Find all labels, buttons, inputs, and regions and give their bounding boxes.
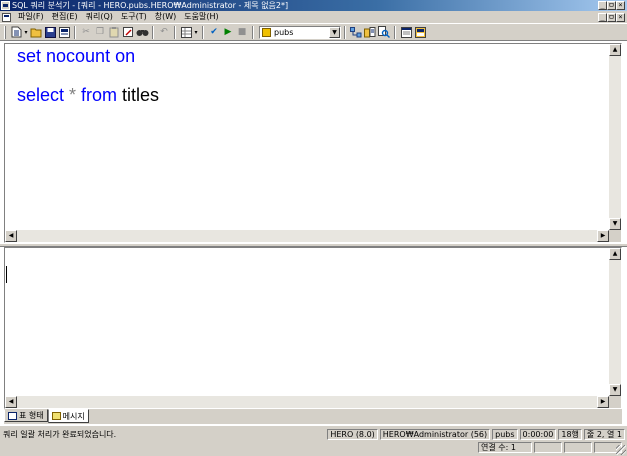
copy-icon[interactable]: ❐ [93,25,107,39]
database-select-value: pubs [274,27,294,37]
scroll-left-icon[interactable]: ◀ [5,230,17,242]
object-search-icon[interactable] [377,25,391,39]
paste-icon[interactable] [107,25,121,39]
menu-bar: 파일(F) 편집(E) 쿼리(Q) 도구(T) 창(W) 도움말(H) _ ㅁ … [0,11,627,23]
menu-window[interactable]: 창(W) [151,11,181,23]
maximize-button[interactable]: ㅁ [607,1,616,10]
menu-help[interactable]: 도움말(H) [180,11,222,23]
query-editor[interactable]: set nocount on select * from titles ▲ ▼ … [4,43,622,243]
query-text[interactable]: set nocount on select * from titles [17,46,159,105]
clear-window-icon[interactable] [121,25,135,39]
tab-messages[interactable]: 메시지 [47,409,89,423]
tab-messages-label: 메시지 [62,411,85,421]
editor-vertical-scrollbar[interactable]: ▲ ▼ [609,44,621,230]
status-cursor-position: 줄 2, 열 1 [583,428,625,440]
cut-icon[interactable]: ✂ [79,25,93,39]
status-server: HERO (8.0) [327,428,378,440]
chevron-down-icon[interactable]: ▼ [329,26,340,38]
results-horizontal-scrollbar[interactable]: ◀ ▶ [5,396,609,408]
scrollbar-corner [609,230,621,242]
parse-check-icon[interactable]: ✔ [207,25,221,39]
status-pane-empty [534,441,562,453]
properties-icon[interactable] [399,25,413,39]
scroll-right-icon[interactable]: ▶ [597,396,609,408]
text-caret [6,266,7,283]
scroll-left-icon[interactable]: ◀ [5,396,17,408]
code-line: select * from titles [17,85,159,105]
code-keyword: select [17,85,65,105]
toolbar-separator [152,25,154,39]
title-bar: SQL 쿼리 분석기 - [쿼리 - HERO.pubs.HERO₩Admini… [0,0,627,11]
window-controls: _ ㅁ × [598,0,625,10]
app-icon[interactable] [1,1,10,10]
toolbar-separator [174,25,176,39]
undo-icon[interactable]: ↶ [157,25,171,39]
status-message: 쿼리 일괄 처리가 완료되었습니다. [3,429,117,439]
open-icon[interactable] [29,25,43,39]
results-pane-icon[interactable] [413,25,427,39]
tab-grid[interactable]: 표 형태 [4,409,48,422]
menu-tools[interactable]: 도구(T) [117,11,151,23]
toolbar-separator [252,25,254,39]
scrollbar-corner [609,396,621,408]
scroll-down-icon[interactable]: ▼ [609,384,621,396]
results-pane[interactable]: ▲ ▼ ◀ ▶ [4,247,622,409]
document-icon[interactable] [2,12,11,22]
doc-restore-button[interactable]: ㅁ [607,13,616,22]
status-pane-empty [564,441,592,453]
toolbar-separator [74,25,76,39]
status-row: 쿼리 일괄 처리가 완료되었습니다. HERO (8.0) HERO₩Admin… [0,428,627,440]
status-user: HERO₩Administrator (56) [379,428,491,440]
save-icon[interactable] [43,25,57,39]
toolbar-separator [394,25,396,39]
find-icon[interactable] [135,25,149,39]
execute-play-icon[interactable]: ▶ [221,25,235,39]
results-vertical-scrollbar[interactable]: ▲ ▼ [609,248,621,396]
insert-template-icon[interactable] [57,25,71,39]
toolbar-separator [202,25,204,39]
resize-grip[interactable] [616,445,626,455]
menu-query[interactable]: 쿼리(Q) [82,11,117,23]
menu-edit[interactable]: 편집(E) [48,11,82,23]
result-tabs: 표 형태 메시지 [4,409,622,424]
scroll-up-icon[interactable]: ▲ [609,248,621,260]
new-query-icon[interactable] [9,25,23,39]
scroll-down-icon[interactable]: ▼ [609,218,621,230]
status-connections: 연결 수: 1 [478,441,532,453]
document-window-controls: _ ㅁ × [598,12,625,22]
window-title: SQL 쿼리 분석기 - [쿼리 - HERO.pubs.HERO₩Admini… [12,1,289,10]
toolbar: ▾ ✂ ❐ ↶ ▾ ✔ ▶ ■ pubs ▼ [0,23,627,41]
toolbar-separator [344,25,346,39]
database-icon [262,27,271,37]
status-row: 연결 수: 1 [0,441,627,453]
status-bar: 쿼리 일괄 처리가 완료되었습니다. HERO (8.0) HERO₩Admin… [0,425,627,456]
doc-minimize-button[interactable]: _ [598,13,607,22]
status-elapsed-time: 0:00:00 [519,428,557,440]
toolbar-grip[interactable] [4,25,6,39]
code-keyword: set nocount on [17,46,136,66]
database-select[interactable]: pubs ▼ [259,25,341,39]
execute-mode-icon[interactable] [179,25,193,39]
code-operator: * [64,85,82,105]
message-icon [51,412,61,420]
scroll-up-icon[interactable]: ▲ [609,44,621,56]
show-execution-plan-icon[interactable] [349,25,363,39]
status-database: pubs [492,428,518,440]
stop-icon[interactable]: ■ [235,25,249,39]
doc-close-button[interactable]: × [616,13,625,22]
code-line: set nocount on [17,46,159,66]
code-keyword: from [81,85,118,105]
code-identifier: titles [117,85,160,105]
menu-file[interactable]: 파일(F) [14,11,48,23]
close-button[interactable]: × [616,1,625,10]
execute-mode-dropdown-icon[interactable]: ▾ [193,29,199,36]
grid-icon [8,411,17,420]
scroll-right-icon[interactable]: ▶ [597,230,609,242]
tab-grid-label: 표 형태 [19,411,44,420]
minimize-button[interactable]: _ [598,1,607,10]
status-row-count: 18행 [558,428,582,440]
object-browser-icon[interactable] [363,25,377,39]
editor-horizontal-scrollbar[interactable]: ◀ ▶ [5,230,609,242]
